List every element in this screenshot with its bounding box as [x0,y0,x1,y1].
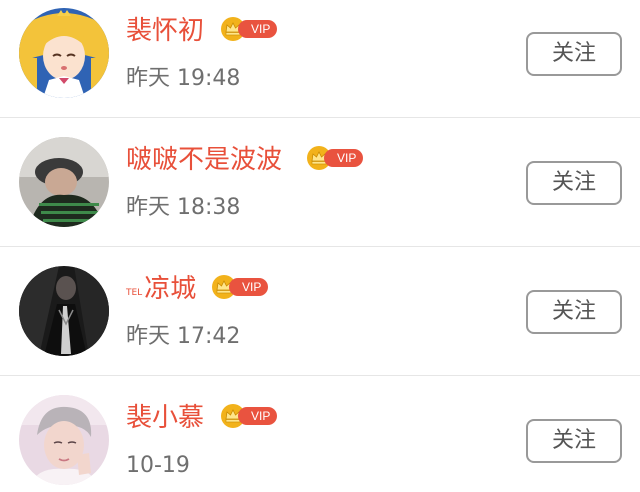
user-name[interactable]: TEL凉城 [126,272,196,306]
user-name-text: 啵啵不是波波 [126,145,283,175]
follow-button[interactable]: 关注 [526,419,622,463]
follow-button[interactable]: 关注 [526,161,622,205]
follow-list: 裴怀初 VIP 昨天 19:48 关注 啵啵不是波波 VIP 昨天 18:38 … [0,0,640,492]
dark-photo-avatar [19,266,109,356]
follow-button[interactable]: 关注 [526,32,622,76]
user-name[interactable]: 裴怀初 [126,14,204,48]
vip-label: VIP [238,407,278,425]
timestamp: 昨天 18:38 [126,195,241,220]
timestamp: 昨天 19:48 [126,66,241,91]
list-item[interactable]: 裴怀初 VIP 昨天 19:48 关注 [0,0,640,117]
photo-boy-avatar [19,395,109,485]
user-name-text: 裴怀初 [126,16,205,46]
name-prefix: TEL [126,288,143,298]
avatar[interactable] [19,137,109,227]
user-name-text: 凉城 [144,274,197,304]
vip-label: VIP [238,20,278,38]
follow-button[interactable]: 关注 [526,290,622,334]
avatar[interactable] [19,395,109,485]
vip-label: VIP [229,278,269,296]
photo-person-avatar [19,137,109,227]
user-name[interactable]: 啵啵不是波波 [126,143,282,177]
user-name[interactable]: 裴小慕 [126,401,204,435]
avatar[interactable] [19,8,109,98]
timestamp: 10-19 [126,453,190,478]
avatar[interactable] [19,266,109,356]
list-item[interactable]: 裴小慕 VIP 10-19 关注 [0,376,640,492]
cartoon-girl-avatar [19,8,109,98]
list-item[interactable]: 啵啵不是波波 VIP 昨天 18:38 关注 [0,118,640,246]
vip-label: VIP [324,149,364,167]
user-name-text: 裴小慕 [126,403,205,433]
timestamp: 昨天 17:42 [126,324,241,349]
list-item[interactable]: TEL凉城 VIP 昨天 17:42 关注 [0,247,640,375]
